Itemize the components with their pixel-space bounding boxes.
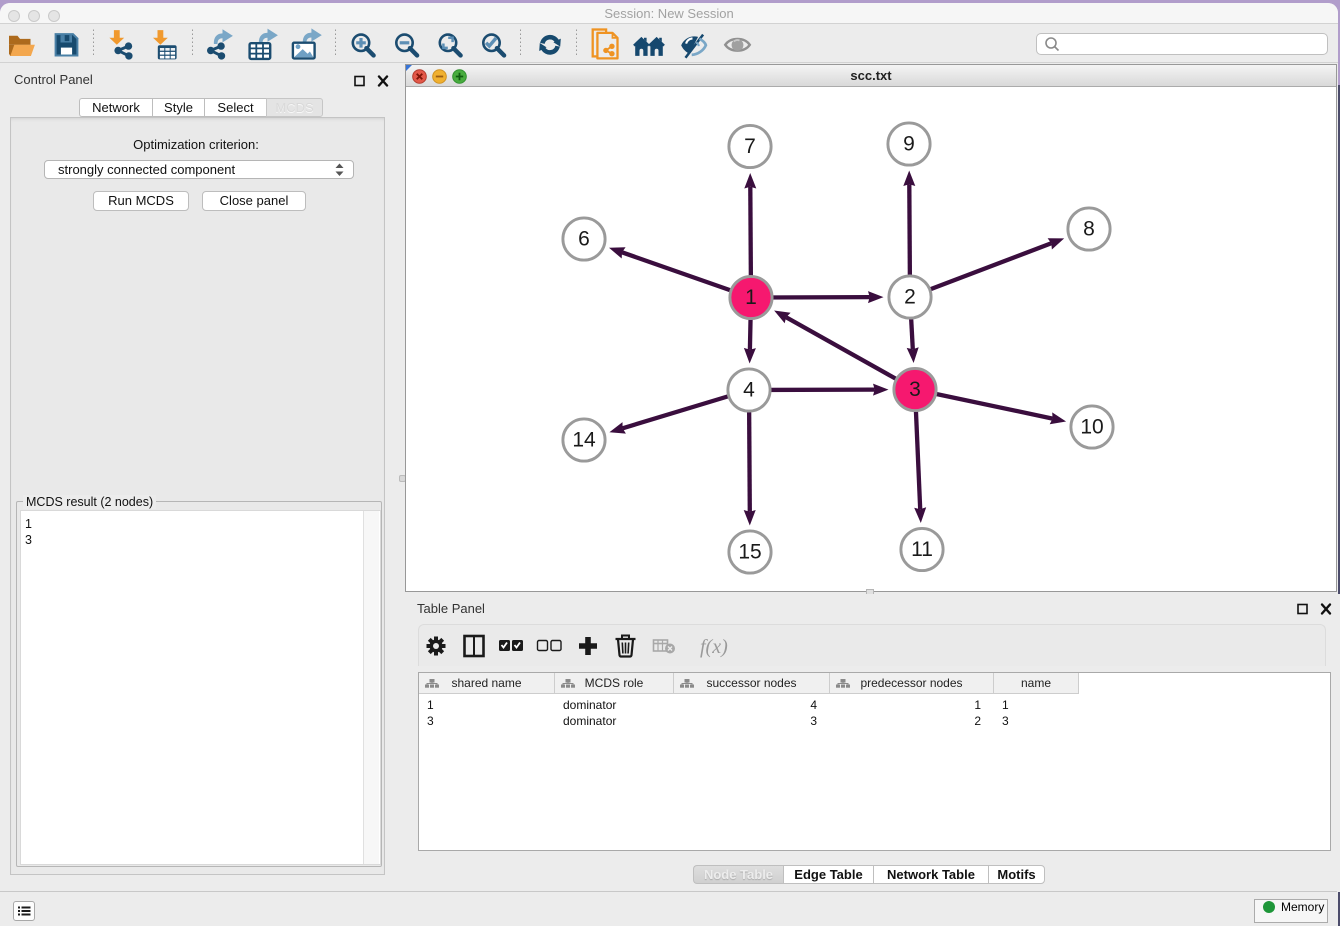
svg-text:4: 4 (743, 379, 755, 402)
svg-text:7: 7 (744, 135, 756, 158)
svg-text:14: 14 (572, 429, 596, 452)
svg-text:11: 11 (911, 538, 933, 561)
svg-text:9: 9 (903, 133, 915, 156)
svg-text:f(x): f(x) (700, 636, 728, 658)
svg-text:15: 15 (738, 541, 761, 564)
svg-text:3: 3 (909, 378, 921, 401)
svg-text:1: 1 (745, 286, 757, 309)
svg-text:2: 2 (904, 286, 916, 309)
svg-text:10: 10 (1080, 416, 1103, 439)
svg-text:8: 8 (1083, 218, 1095, 241)
svg-text:6: 6 (578, 228, 590, 251)
